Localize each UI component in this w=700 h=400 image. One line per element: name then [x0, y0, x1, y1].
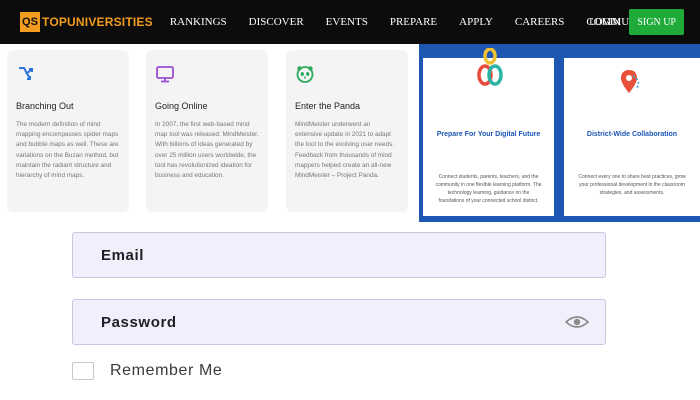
signup-button[interactable]: SIGN UP — [629, 9, 684, 35]
monitor-icon — [156, 66, 174, 83]
nav-account: LOGIN SIGN UP — [589, 0, 684, 44]
logo-text: TOPUNIVERSITIES — [42, 15, 153, 29]
site-logo[interactable]: QS TOPUNIVERSITIES — [20, 12, 153, 32]
remember-me-checkbox[interactable] — [72, 362, 94, 380]
nav-link-apply[interactable]: APPLY — [459, 16, 493, 28]
nav-link-events[interactable]: EVENTS — [326, 16, 368, 28]
password-label: Password — [101, 313, 177, 331]
email-label: Email — [101, 246, 145, 264]
card-body: The modern definition of mind mapping en… — [16, 121, 119, 180]
nav-link-rankings[interactable]: RANKINGS — [170, 16, 227, 28]
tile-body: Connect every one to share best practice… — [578, 174, 686, 196]
card-title: Enter the Panda — [295, 101, 361, 111]
feature-card: Branching Out The modern definition of m… — [7, 50, 129, 212]
remember-me-label[interactable]: Remember Me — [110, 362, 222, 380]
tile-title: Prepare For Your Digital Future — [436, 131, 541, 138]
nav-link-careers[interactable]: CAREERS — [515, 16, 565, 28]
nav-link-prepare[interactable]: PREPARE — [390, 16, 437, 28]
chain-links-icon — [477, 48, 503, 86]
card-title: Going Online — [155, 101, 208, 111]
panda-icon — [296, 66, 314, 83]
logo-badge: QS — [20, 12, 40, 32]
remember-me: Remember Me — [72, 362, 222, 380]
show-password-icon[interactable] — [565, 314, 589, 330]
promo-tile[interactable]: Prepare For Your Digital Future Connect … — [423, 48, 554, 216]
branching-arrows-icon — [19, 67, 33, 80]
password-field[interactable]: Password — [72, 299, 606, 345]
nav-link-discover[interactable]: DISCOVER — [249, 16, 304, 28]
promo-tile[interactable]: District-Wide Collaboration Connect ever… — [564, 58, 700, 216]
card-body: MindMeister underwent an extensive updat… — [295, 121, 395, 180]
map-pin-icon — [621, 70, 640, 93]
feature-card: Enter the Panda MindMeister underwent an… — [286, 50, 408, 212]
feature-card: Going Online In 2007, the first web-base… — [146, 50, 268, 212]
top-nav: QS TOPUNIVERSITIES RANKINGS DISCOVER EVE… — [0, 0, 700, 44]
login-link[interactable]: LOGIN — [589, 17, 620, 28]
card-body: In 2007, the first web-based mind map to… — [155, 121, 259, 180]
card-title: Branching Out — [16, 101, 74, 111]
email-field[interactable]: Email — [72, 232, 606, 278]
tile-title: District-Wide Collaboration — [586, 131, 678, 138]
page: QS TOPUNIVERSITIES RANKINGS DISCOVER EVE… — [0, 0, 700, 400]
promo-panel: Prepare For Your Digital Future Connect … — [419, 44, 700, 222]
tile-body: Connect students, parents, teachers, and… — [435, 174, 542, 204]
